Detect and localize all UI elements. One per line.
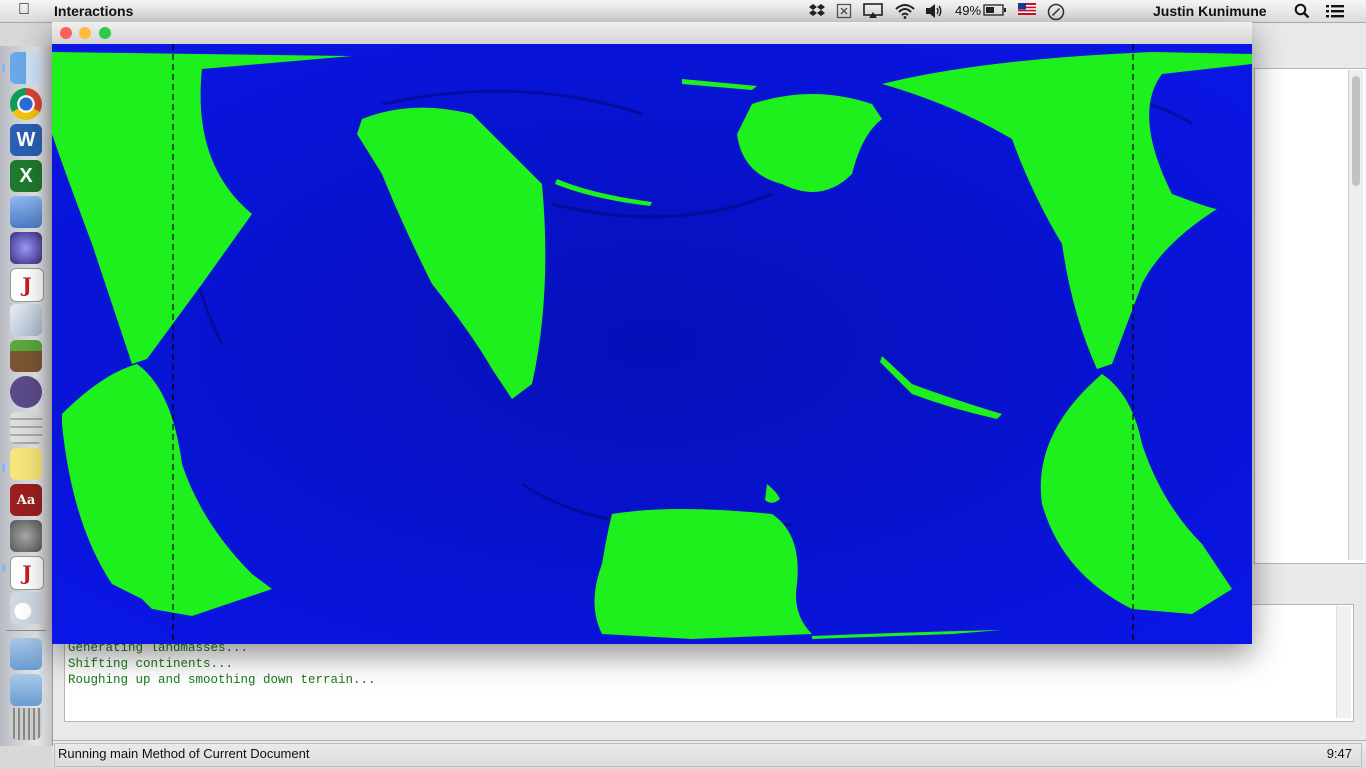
running-indicator xyxy=(2,64,5,72)
system-preferences-icon[interactable] xyxy=(10,520,42,552)
continent-south-central xyxy=(594,509,812,639)
status-bar: Running main Method of Current Document … xyxy=(52,740,1366,769)
close-button[interactable] xyxy=(60,27,72,39)
wifi-icon[interactable] xyxy=(894,3,916,22)
github-icon[interactable] xyxy=(10,376,42,408)
activity-monitor-icon[interactable] xyxy=(10,304,42,336)
trash-icon[interactable] xyxy=(10,708,42,740)
clock-icon[interactable] xyxy=(1047,3,1065,24)
downloads-folder-icon[interactable] xyxy=(10,674,42,706)
jgrasp-icon[interactable]: J xyxy=(10,556,44,590)
console-scrollbar[interactable] xyxy=(1336,606,1351,718)
window-titlebar[interactable] xyxy=(52,22,1252,45)
keynote-icon[interactable] xyxy=(10,196,42,228)
status-time: 9:47 xyxy=(1326,746,1352,761)
map-window[interactable] xyxy=(52,22,1252,644)
finder-icon[interactable] xyxy=(10,52,42,84)
battery-icon[interactable] xyxy=(983,3,1007,20)
dictionary-icon[interactable]: Aa xyxy=(10,484,42,516)
menu-bar:  Interactions 49% Justin Kunimune xyxy=(0,0,1366,23)
stickies-icon[interactable] xyxy=(10,448,42,480)
minecraft-icon[interactable] xyxy=(10,340,42,372)
chrome-icon[interactable] xyxy=(10,88,42,120)
running-indicator xyxy=(2,464,5,472)
imovie-icon[interactable] xyxy=(10,232,42,264)
spotlight-icon[interactable] xyxy=(1294,3,1310,22)
excel-icon[interactable]: X xyxy=(10,160,42,192)
word-icon[interactable]: W xyxy=(10,124,42,156)
list-icon[interactable] xyxy=(1325,3,1345,22)
airplay-icon[interactable] xyxy=(863,3,883,22)
running-indicator xyxy=(2,564,5,572)
minimize-button[interactable] xyxy=(79,27,91,39)
dock-separator xyxy=(6,630,46,631)
console-line: Roughing up and smoothing down terrain..… xyxy=(68,673,376,687)
dock: W X J Aa J xyxy=(0,46,53,746)
x-box-icon[interactable] xyxy=(836,3,852,22)
terrain-map[interactable] xyxy=(52,44,1252,644)
apple-icon[interactable]:  xyxy=(18,1,30,19)
status-message: Running main Method of Current Document xyxy=(58,746,310,761)
editor-scrollbar[interactable] xyxy=(1348,70,1363,560)
jgrasp-icon[interactable]: J xyxy=(10,268,44,302)
app-menu-name[interactable]: Interactions xyxy=(54,3,133,19)
flag-icon[interactable] xyxy=(1018,3,1036,18)
zoom-button[interactable] xyxy=(99,27,111,39)
battery-percent[interactable]: 49% xyxy=(955,3,981,18)
volume-icon[interactable] xyxy=(925,3,943,22)
console-line: Shifting continents... xyxy=(68,657,234,671)
applications-folder-icon[interactable] xyxy=(10,638,42,670)
user-name[interactable]: Justin Kunimune xyxy=(1153,3,1267,19)
dropbox-icon[interactable] xyxy=(808,3,826,22)
calculator-icon[interactable] xyxy=(10,412,42,444)
scrollbar-thumb[interactable] xyxy=(1352,76,1360,186)
java-coffee-icon[interactable] xyxy=(10,592,42,624)
